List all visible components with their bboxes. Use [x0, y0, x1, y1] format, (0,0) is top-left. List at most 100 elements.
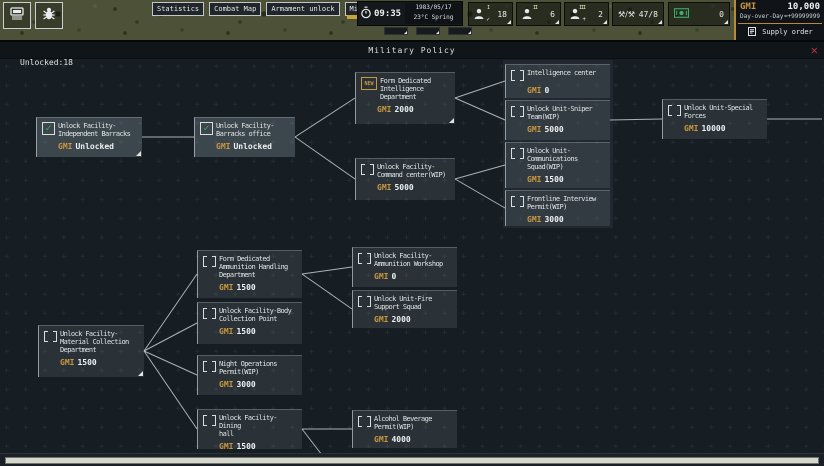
terminal-button[interactable]: [3, 2, 31, 29]
cost-currency-label: GMI: [374, 272, 388, 281]
cost-currency-label: GMI: [60, 358, 74, 367]
policy-node-ammunition-handling[interactable]: Form Dedicated Ammunition Handling Depar…: [197, 250, 302, 298]
policy-node-night-operations-permit[interactable]: Night Operations Permit(WIP) GMI3000: [197, 355, 302, 395]
policy-node-cost: GMI1500: [219, 283, 297, 292]
horizontal-scrollbar[interactable]: [0, 453, 824, 466]
checkbox-icon: [44, 330, 57, 343]
cost-value: 2000: [394, 105, 413, 114]
menu-button-label: Armament unlock: [271, 5, 334, 13]
cost-currency-label: GMI: [219, 380, 233, 389]
checkbox-icon: [358, 295, 371, 308]
menu-button-combat-map[interactable]: Combat Map: [209, 2, 261, 16]
counter-infantry-tier-1: I✓18: [468, 2, 513, 26]
policy-node-cost: GMI5000: [377, 183, 450, 192]
cost-currency-label: GMI: [58, 142, 72, 151]
policy-node-alcohol-beverage-permit[interactable]: Alcohol Beverage Permit(WIP) GMI4000: [352, 410, 457, 448]
cost-currency-label: GMI: [219, 283, 233, 292]
day-over-day-label: Day-over-Day: [740, 13, 783, 20]
policy-node-barracks-office[interactable]: ✓Unlock Facility- Barracks officeGMIUnlo…: [194, 117, 295, 157]
policy-node-special-forces[interactable]: Unlock Unit-Special ForcesGMI10000: [662, 99, 767, 139]
cost-currency-label: GMI: [374, 435, 388, 444]
checkbox-icon: [203, 360, 216, 373]
cost-currency-label: GMI: [527, 86, 541, 95]
cost-currency-label: GMI: [527, 215, 541, 224]
counter-value: 47/8: [639, 10, 658, 19]
policy-node-title: Form Dedicated Ammunition Handling Depar…: [219, 255, 288, 279]
policy-node-sniper-team[interactable]: Unlock Unit-Sniper Team(WIP) GMI5000: [505, 100, 610, 140]
cost-value: 3000: [236, 380, 255, 389]
policy-node-cost: GMI1500: [219, 327, 297, 336]
speed-tab-3[interactable]: [448, 27, 472, 35]
speed-tab-1[interactable]: [384, 27, 408, 35]
policy-node-title: Alcohol Beverage Permit(WIP): [374, 415, 432, 431]
policy-node-title: Unlock Facility- Independent Barracks: [58, 122, 130, 138]
cost-value: 3000: [544, 215, 563, 224]
cost-currency-label: GMI: [377, 105, 391, 114]
military-policy-panel: + + + + + + + + + + + + + + + + + + + + …: [0, 40, 824, 466]
close-button[interactable]: ✕: [811, 43, 818, 57]
supply-order-button[interactable]: Supply order: [736, 26, 824, 38]
policy-node-title: Unlock Unit-Sniper Team(WIP): [527, 105, 592, 121]
terminal-icon: [9, 6, 25, 26]
policy-node-title: Night Operations Permit(WIP): [219, 360, 277, 376]
gmi-label: GMI: [740, 2, 756, 12]
topbar: StatisticsCombat MapArmament unlockMilit…: [0, 0, 824, 40]
cost-value: 1500: [544, 175, 563, 184]
checkbox-icon: [511, 147, 524, 160]
policy-node-dining-hall[interactable]: Unlock Facility-Dining hallGMI1500: [197, 409, 302, 449]
policy-node-cost: GMI3000: [527, 215, 605, 224]
policy-node-title: Unlock Unit-Fire Support Squad: [374, 295, 432, 311]
policy-node-title: Unlock Unit- Communications Squad(WIP): [527, 147, 578, 171]
check-icon: ✓: [42, 122, 55, 135]
time-speed-tabs: [384, 27, 472, 35]
checkbox-icon: [668, 104, 681, 117]
cost-value: 4000: [391, 435, 410, 444]
cost-value: 0: [391, 272, 396, 281]
clock-panel: 09:35 1983/05/17 23°C Spring: [357, 1, 463, 26]
counter-infantry-tier-3: III+2: [564, 2, 609, 26]
document-icon: [747, 26, 757, 38]
policy-node-cost: GMI2000: [377, 105, 450, 114]
policy-node-intelligence-center[interactable]: Intelligence center GMI0: [505, 64, 610, 98]
counter-value: 2: [598, 10, 603, 19]
checkbox-icon: [361, 163, 374, 176]
policy-node-communications-squad[interactable]: Unlock Unit- Communications Squad(WIP) GM…: [505, 142, 610, 188]
menu-button-armament-unlock[interactable]: Armament unlock: [266, 2, 339, 16]
policy-node-material-collection[interactable]: Unlock Facility- Material Collection Dep…: [38, 325, 144, 377]
scrollbar-thumb[interactable]: [5, 457, 819, 464]
policy-node-cost: GMI1500: [60, 358, 139, 367]
policy-node-title: Form Dedicated Intelligence Department: [380, 77, 431, 101]
policy-node-cost: GMIUnlocked: [58, 142, 137, 151]
checkbox-icon: [511, 69, 524, 82]
policy-node-independent-barracks[interactable]: ✓Unlock Facility- Independent Barracks GM…: [36, 117, 142, 157]
policy-node-cost: GMI5000: [527, 125, 605, 134]
speed-tab-2[interactable]: [416, 27, 440, 35]
cost-currency-label: GMI: [377, 183, 391, 192]
policy-node-title: Unlock Facility- Command center(WIP): [377, 163, 446, 179]
season-value: 23°C Spring: [405, 13, 462, 23]
counter-value: 0: [719, 10, 724, 19]
cost-currency-label: GMI: [527, 175, 541, 184]
checkbox-icon: [358, 415, 371, 428]
policy-node-command-center[interactable]: Unlock Facility- Command center(WIP) GMI5…: [355, 158, 455, 200]
policy-node-frontline-interview-permit[interactable]: Frontline Interview Permit(WIP)GMI3000: [505, 190, 610, 226]
policy-node-fire-support-squad[interactable]: Unlock Unit-Fire Support SquadGMI2000: [352, 290, 457, 328]
policy-node-body-collection-point[interactable]: Unlock Facility-Body Collection PointGMI…: [197, 302, 302, 344]
counter-value: 6: [550, 10, 555, 19]
counter-funds: 0: [668, 2, 730, 26]
policy-node-title: Intelligence center: [527, 69, 596, 77]
cost-currency-label: GMI: [219, 327, 233, 336]
cost-value: Unlocked: [233, 142, 272, 151]
policy-node-cost: GMIUnlocked: [216, 142, 290, 151]
supply-order-label: Supply order: [762, 28, 813, 36]
counter-equipment-ratio: ⚒/⚒47/8: [612, 2, 664, 26]
menu-button-label: Statistics: [157, 5, 199, 13]
policy-node-ammunition-workshop[interactable]: Unlock Facility- Ammunition WorkshopGMI0: [352, 247, 457, 287]
units-button[interactable]: [35, 2, 63, 29]
policy-node-intelligence-department[interactable]: NEWForm Dedicated Intelligence Departmen…: [355, 72, 455, 124]
menu-button-statistics[interactable]: Statistics: [152, 2, 204, 16]
day-over-day-value: ≈+99999999: [784, 13, 820, 20]
policy-node-title: Unlock Facility- Material Collection Dep…: [60, 330, 129, 354]
policy-node-cost: GMI0: [527, 86, 605, 95]
cost-currency-label: GMI: [374, 315, 388, 324]
